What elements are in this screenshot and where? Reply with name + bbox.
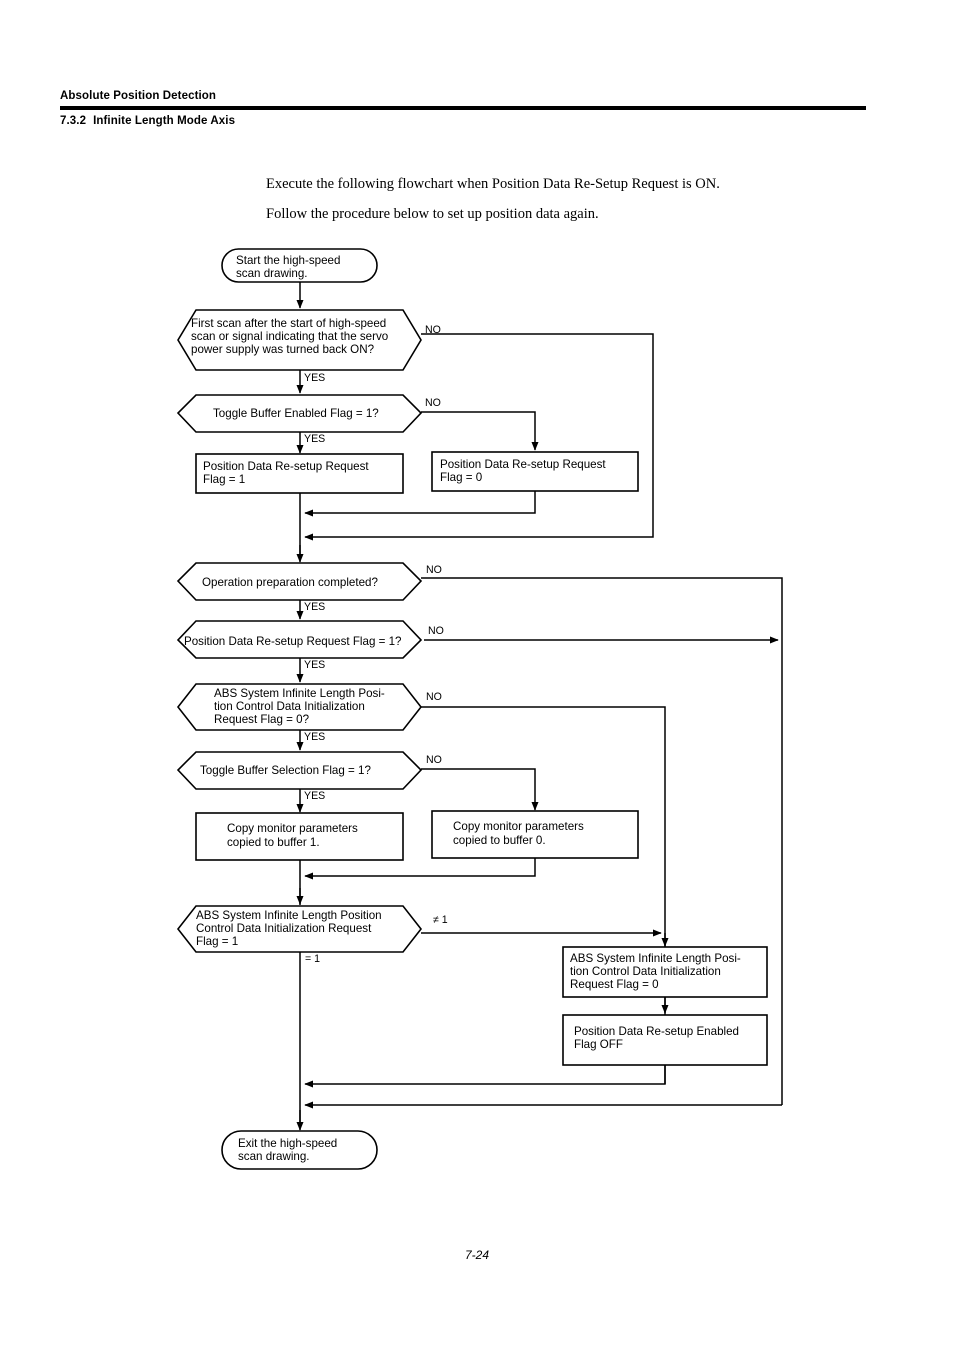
d4-line-1: Position Data Re-setup Request Flag = 1?	[184, 635, 402, 648]
d7-equal-label: = 1	[305, 953, 320, 965]
d6-yes-label: YES	[304, 790, 325, 802]
node-process-copy-buffer-1: Copy monitor parameters copied to buffer…	[195, 812, 404, 861]
node-process-copy-buffer-0: Copy monitor parameters copied to buffer…	[431, 810, 639, 859]
node-start: Start the high-speed scan drawing.	[221, 248, 378, 283]
p5-line-2: tion Control Data Initialization	[570, 965, 721, 978]
d6-line-1: Toggle Buffer Selection Flag = 1?	[200, 764, 371, 777]
node-decision-resetup-request-flag: Position Data Re-setup Request Flag = 1?	[176, 620, 423, 659]
p4-line-2: copied to buffer 0.	[453, 834, 546, 847]
d1-no-label: NO	[425, 324, 441, 336]
d2-yes-label: YES	[304, 433, 325, 445]
d1-line-3: power supply was turned back ON?	[191, 343, 375, 356]
node-process-flag-1: Position Data Re-setup Request Flag = 1	[195, 453, 404, 494]
d5-yes-label: YES	[304, 731, 325, 743]
node-decision-first-scan: First scan after the start of high-speed…	[177, 309, 422, 371]
d5-line-2: tion Control Data Initialization	[214, 700, 365, 713]
p3-line-1: Copy monitor parameters	[227, 822, 358, 835]
end-line-1: Exit the high-speed	[238, 1137, 337, 1150]
d1-yes-label: YES	[304, 372, 325, 384]
d5-line-1: ABS System Infinite Length Posi-	[214, 687, 385, 700]
p6-line-2: Flag OFF	[574, 1038, 623, 1051]
d3-no-label: NO	[426, 564, 442, 576]
edge-d2-no	[421, 411, 539, 451]
node-end: Exit the high-speed scan drawing.	[221, 1130, 378, 1170]
d4-no-label: NO	[428, 625, 444, 637]
d2-line-1: Toggle Buffer Enabled Flag = 1?	[213, 407, 379, 420]
document-page: Absolute Position Detection 7.3.2 Infinit…	[0, 0, 954, 1351]
p5-line-3: Request Flag = 0	[570, 978, 659, 991]
p2-line-1: Position Data Re-setup Request	[440, 458, 606, 471]
node-process-abs-init-flag-0: ABS System Infinite Length Posi- tion Co…	[562, 946, 768, 998]
node-decision-abs-init-request-flag-0: ABS System Infinite Length Posi- tion Co…	[176, 683, 423, 731]
d1-line-2: scan or signal indicating that the servo	[191, 330, 388, 343]
node-process-resetup-enabled-off: Position Data Re-setup Enabled Flag OFF	[562, 1014, 768, 1066]
d7-not-equal-label: ≠ 1	[433, 914, 448, 926]
d7-line-2: Control Data Initialization Request	[196, 922, 372, 935]
p1-line-1: Position Data Re-setup Request	[203, 460, 369, 473]
p5-line-1: ABS System Infinite Length Posi-	[570, 952, 741, 965]
p3-line-2: copied to buffer 1.	[227, 836, 320, 849]
p1-line-2: Flag = 1	[203, 473, 245, 486]
d2-no-label: NO	[425, 397, 441, 409]
edge-p2-merge	[304, 491, 536, 517]
start-line-1: Start the high-speed	[236, 254, 340, 267]
edge-d6-no	[421, 768, 539, 811]
d7-line-1: ABS System Infinite Length Position	[196, 909, 382, 922]
d5-line-3: Request Flag = 0?	[214, 713, 310, 726]
flowchart: Start the high-speed scan drawing. First…	[176, 248, 783, 1170]
page-number: 7-24	[464, 1248, 490, 1262]
d3-yes-label: YES	[304, 601, 325, 613]
d1-line-1: First scan after the start of high-speed	[191, 317, 386, 330]
p4-line-1: Copy monitor parameters	[453, 820, 584, 833]
d5-no-label: NO	[426, 691, 442, 703]
node-decision-abs-init-request-flag-1: ABS System Infinite Length Position Cont…	[176, 905, 423, 953]
d4-yes-label: YES	[304, 659, 325, 671]
p6-line-1: Position Data Re-setup Enabled	[574, 1025, 739, 1038]
start-line-2: scan drawing.	[236, 267, 308, 280]
node-process-flag-0: Position Data Re-setup Request Flag = 0	[431, 451, 639, 492]
end-line-2: scan drawing.	[238, 1150, 310, 1163]
p2-line-2: Flag = 0	[440, 471, 482, 484]
node-decision-toggle-buffer-enabled: Toggle Buffer Enabled Flag = 1?	[176, 394, 423, 433]
edge-p6-merge	[304, 1065, 666, 1088]
d3-line-1: Operation preparation completed?	[202, 576, 379, 589]
d6-no-label: NO	[426, 754, 442, 766]
node-decision-toggle-buffer-selection: Toggle Buffer Selection Flag = 1?	[176, 751, 423, 790]
node-decision-operation-preparation: Operation preparation completed?	[176, 562, 423, 601]
d7-line-3: Flag = 1	[196, 935, 238, 948]
